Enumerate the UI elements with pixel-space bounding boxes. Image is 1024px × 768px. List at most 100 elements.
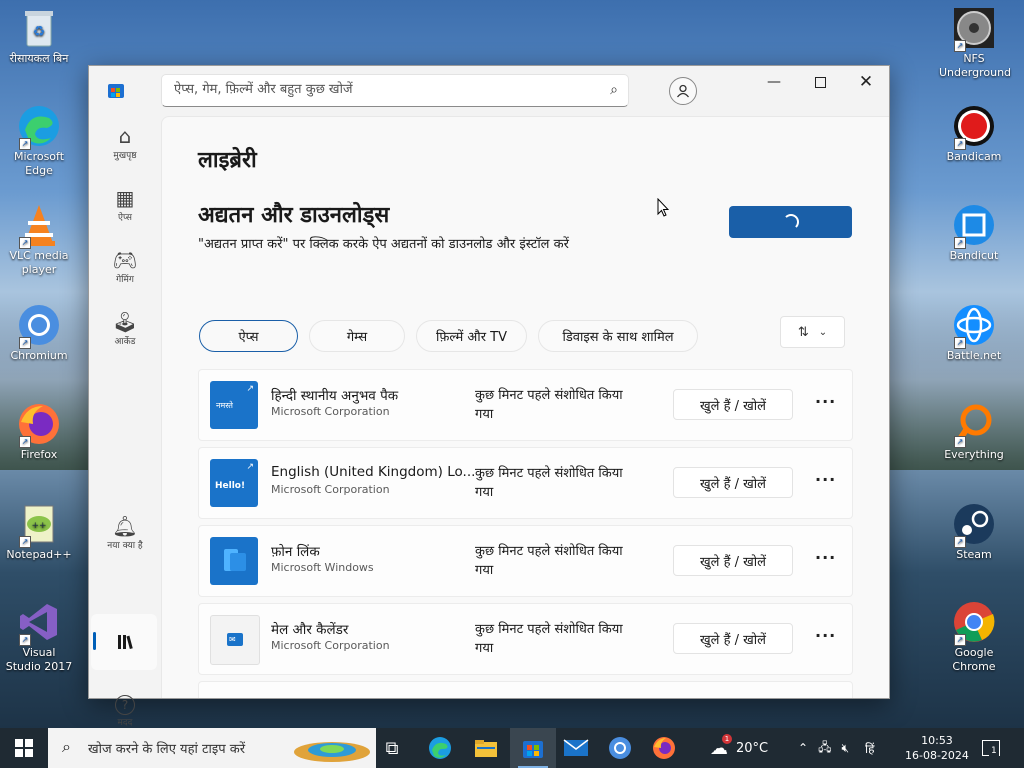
desktop-icon-label: NFS Underground xyxy=(939,52,1012,79)
chromium-icon: ↗ xyxy=(17,303,61,349)
weather-temperature: 20°C xyxy=(736,740,769,756)
more-options-icon[interactable]: ··· xyxy=(815,626,836,645)
show-hidden-icons-chevron-icon[interactable]: ⌃ xyxy=(798,741,808,755)
nav-item-whats-new[interactable]: 🔔︎ नया क्या है xyxy=(89,514,161,551)
taskbar-firefox-icon[interactable] xyxy=(650,734,678,762)
nav-item-arcade[interactable]: 🕹︎ आर्केड xyxy=(89,310,161,347)
desktop-icon-battlenet[interactable]: ↗ Battle.net xyxy=(939,303,1009,363)
notification-center-button[interactable]: 1 xyxy=(982,728,1000,768)
clock[interactable]: 10:53 16-08-2024 xyxy=(905,728,969,768)
svg-text:♻: ♻ xyxy=(33,24,46,40)
desktop-icon-bandicam[interactable]: ↗ Bandicam xyxy=(939,104,1009,164)
filter-apps[interactable]: ऐप्स xyxy=(199,320,298,352)
language-indicator[interactable]: हिं xyxy=(865,740,874,757)
filter-games[interactable]: गेम्स xyxy=(309,320,405,352)
recycle-bin-icon: ♻ xyxy=(17,6,61,50)
taskbar: ⌕ खोज करने के लिए यहां टाइप करें ⧉ ☁ 1 20… xyxy=(0,728,1024,768)
start-button[interactable] xyxy=(10,734,38,762)
desktop-icon-label: Chromium xyxy=(10,349,68,362)
list-item[interactable] xyxy=(198,681,853,698)
nav-item-help[interactable]: ? मदद xyxy=(89,690,161,728)
phone-link-icon xyxy=(210,537,258,585)
taskbar-store-active[interactable] xyxy=(510,728,556,768)
weather-widget[interactable]: ☁ 1 20°C xyxy=(710,728,768,768)
more-options-icon[interactable]: ··· xyxy=(815,470,836,489)
desktop-icon-edge[interactable]: ↗ Microsoft Edge xyxy=(4,104,74,178)
nfs-icon: ↗ xyxy=(952,6,996,52)
minimize-button[interactable]: — xyxy=(751,66,797,98)
desktop-icon-recycle-bin[interactable]: ♻ रीसायकल बिन xyxy=(4,6,74,66)
store-window: ⌕ — ✕ ⌂ मुखपृष्ठ ▦ ऐप्स 🎮︎ गेमिंग 🕹︎ आर्… xyxy=(88,65,890,728)
loading-spinner-icon xyxy=(782,214,799,230)
filter-movies-tv[interactable]: फ़िल्में और TV xyxy=(416,320,527,352)
list-item[interactable]: नमस्ते ↗ हिन्दी स्थानीय अनुभव पैक Micros… xyxy=(198,369,853,441)
store-logo-icon xyxy=(108,84,124,98)
search-icon[interactable]: ⌕ xyxy=(610,82,618,98)
desktop-icon-steam[interactable]: ↗ Steam xyxy=(939,502,1009,562)
account-avatar-icon[interactable] xyxy=(669,77,697,105)
joystick-icon: 🕹︎ xyxy=(112,310,138,334)
desktop-icon-label: Notepad++ xyxy=(6,548,72,561)
taskbar-store-icon xyxy=(523,741,543,758)
english-uk-language-pack-icon: Hello! ↗ xyxy=(210,459,258,507)
search-icon: ⌕ xyxy=(62,737,71,756)
sort-arrows-icon: ⇅ xyxy=(797,324,809,340)
store-search-box[interactable]: ⌕ xyxy=(161,74,629,107)
desktop-icon-firefox[interactable]: ↗ Firefox xyxy=(4,402,74,462)
list-item[interactable]: फ़ोन लिंक Microsoft Windows कुछ मिनट पहल… xyxy=(198,525,853,597)
store-search-input[interactable] xyxy=(172,81,596,98)
open-button[interactable]: खुले हैं / खोलें xyxy=(673,467,793,498)
app-modified: कुछ मिनट पहले संशोधित किया गया xyxy=(475,388,623,422)
chrome-icon: ↗ xyxy=(952,600,996,646)
nav-item-gaming[interactable]: 🎮︎ गेमिंग xyxy=(89,248,161,285)
desktop-icon-bandicut[interactable]: ↗ Bandicut xyxy=(939,203,1009,263)
more-options-icon[interactable]: ··· xyxy=(815,548,836,567)
battlenet-icon: ↗ xyxy=(952,303,996,349)
desktop-icon-label: Google Chrome xyxy=(952,646,996,673)
filter-included-with-device[interactable]: डिवाइस के साथ शामिल xyxy=(538,320,698,352)
close-button[interactable]: ✕ xyxy=(843,66,889,98)
task-view-icon[interactable]: ⧉ xyxy=(378,734,406,762)
desktop-icon-nfs[interactable]: ↗ NFS Underground xyxy=(939,6,1012,80)
nav-label: मदद xyxy=(117,718,133,728)
nav-label: आर्केड xyxy=(114,337,136,347)
open-button[interactable]: खुले हैं / खोलें xyxy=(673,545,793,576)
taskbar-edge-icon[interactable] xyxy=(426,734,454,762)
desktop-icon-vlc[interactable]: ↗ VLC media player xyxy=(4,203,74,277)
desktop-icon-chrome[interactable]: ↗ Google Chrome xyxy=(939,600,1009,674)
app-name: फ़ोन लिंक xyxy=(271,544,320,560)
notepadpp-icon: ++ ↗ xyxy=(17,502,61,548)
desktop-icon-label: Battle.net xyxy=(946,349,1002,362)
taskbar-search-box[interactable]: ⌕ खोज करने के लिए यहां टाइप करें xyxy=(48,728,376,768)
nav-item-apps[interactable]: ▦ ऐप्स xyxy=(89,186,161,223)
network-icon[interactable]: 🖧︎ xyxy=(818,738,831,759)
desktop-icon-label: Bandicut xyxy=(949,249,999,262)
app-modified: कुछ मिनट पहले संशोधित किया गया xyxy=(475,544,623,578)
open-button[interactable]: खुले हैं / खोलें xyxy=(673,623,793,654)
minimize-icon: — xyxy=(767,74,781,90)
more-options-icon[interactable]: ··· xyxy=(815,392,836,411)
list-item[interactable]: ✉ मेल और कैलेंडर Microsoft Corporation क… xyxy=(198,603,853,675)
nav-item-home[interactable]: ⌂ मुखपृष्ठ xyxy=(89,124,161,161)
clock-date: 16-08-2024 xyxy=(905,749,969,762)
taskbar-chromium-icon[interactable] xyxy=(606,734,634,762)
open-button[interactable]: खुले हैं / खोलें xyxy=(673,389,793,420)
sort-button[interactable]: ⇅ ⌄ xyxy=(780,316,845,348)
taskbar-mail-icon[interactable] xyxy=(562,734,590,762)
desktop-icon-label: Firefox xyxy=(20,448,58,461)
get-updates-button[interactable] xyxy=(729,206,852,238)
home-icon: ⌂ xyxy=(118,124,132,148)
edge-icon: ↗ xyxy=(17,104,61,150)
volume-muted-icon[interactable]: 🔇︎ xyxy=(841,741,849,756)
file-explorer-icon[interactable] xyxy=(472,734,500,762)
maximize-button[interactable] xyxy=(797,66,843,98)
search-highlight-icon xyxy=(294,742,370,762)
desktop-icon-notepadpp[interactable]: ++ ↗ Notepad++ xyxy=(4,502,74,562)
app-name: हिन्दी स्थानीय अनुभव पैक xyxy=(271,388,399,404)
bandicam-icon: ↗ xyxy=(952,104,996,150)
desktop-icon-chromium[interactable]: ↗ Chromium xyxy=(4,303,74,363)
help-icon: ? xyxy=(89,690,161,715)
list-item[interactable]: Hello! ↗ English (United Kingdom) Lo... … xyxy=(198,447,853,519)
desktop-icon-visual-studio[interactable]: ↗ Visual Studio 2017 xyxy=(4,600,74,674)
desktop-icon-everything[interactable]: ↗ Everything xyxy=(939,402,1009,462)
